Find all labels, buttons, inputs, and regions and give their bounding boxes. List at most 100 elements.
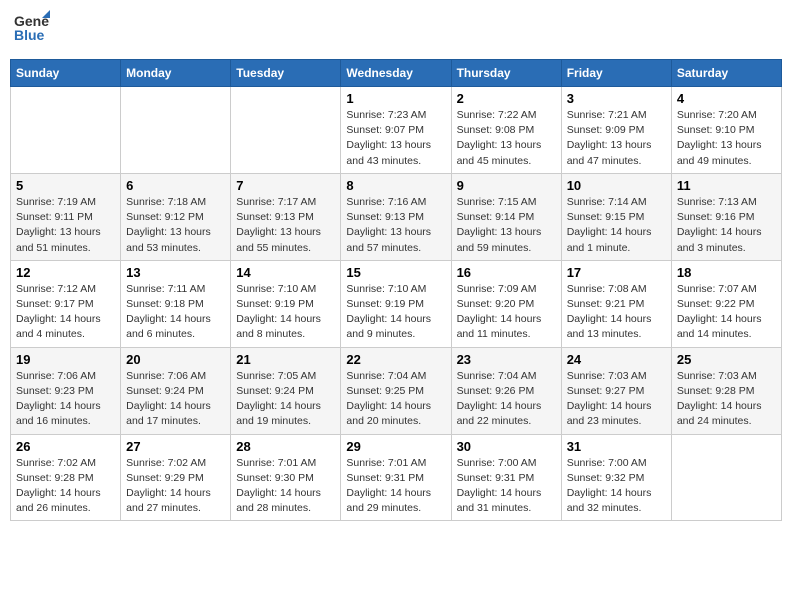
day-info: Sunrise: 7:02 AM Sunset: 9:28 PM Dayligh… (16, 456, 115, 517)
calendar-week-1: 1 Sunrise: 7:23 AM Sunset: 9:07 PM Daylig… (11, 87, 782, 174)
day-info: Sunrise: 7:01 AM Sunset: 9:30 PM Dayligh… (236, 456, 335, 517)
day-info: Sunrise: 7:15 AM Sunset: 9:14 PM Dayligh… (457, 195, 556, 256)
day-info: Sunrise: 7:10 AM Sunset: 9:19 PM Dayligh… (236, 282, 335, 343)
day-info: Sunrise: 7:22 AM Sunset: 9:08 PM Dayligh… (457, 108, 556, 169)
day-number: 24 (567, 352, 666, 367)
day-number: 13 (126, 265, 225, 280)
calendar-cell: 15 Sunrise: 7:10 AM Sunset: 9:19 PM Dayli… (341, 260, 451, 347)
day-info: Sunrise: 7:21 AM Sunset: 9:09 PM Dayligh… (567, 108, 666, 169)
calendar-week-3: 12 Sunrise: 7:12 AM Sunset: 9:17 PM Dayli… (11, 260, 782, 347)
day-number: 6 (126, 178, 225, 193)
calendar-cell: 10 Sunrise: 7:14 AM Sunset: 9:15 PM Dayli… (561, 173, 671, 260)
day-info: Sunrise: 7:07 AM Sunset: 9:22 PM Dayligh… (677, 282, 776, 343)
day-info: Sunrise: 7:02 AM Sunset: 9:29 PM Dayligh… (126, 456, 225, 517)
calendar-cell: 5Sunrise: 7:19 AM Sunset: 9:11 PM Daylig… (11, 173, 121, 260)
calendar-cell: 22 Sunrise: 7:04 AM Sunset: 9:25 PM Dayli… (341, 347, 451, 434)
calendar-cell: 31 Sunrise: 7:00 AM Sunset: 9:32 PM Dayli… (561, 434, 671, 521)
day-info: Sunrise: 7:14 AM Sunset: 9:15 PM Dayligh… (567, 195, 666, 256)
day-number: 17 (567, 265, 666, 280)
day-info: Sunrise: 7:23 AM Sunset: 9:07 PM Dayligh… (346, 108, 445, 169)
day-info: Sunrise: 7:17 AM Sunset: 9:13 PM Dayligh… (236, 195, 335, 256)
day-number: 7 (236, 178, 335, 193)
calendar-week-2: 5Sunrise: 7:19 AM Sunset: 9:11 PM Daylig… (11, 173, 782, 260)
day-info: Sunrise: 7:03 AM Sunset: 9:27 PM Dayligh… (567, 369, 666, 430)
calendar-cell: 29Sunrise: 7:01 AM Sunset: 9:31 PM Dayli… (341, 434, 451, 521)
day-number: 5 (16, 178, 115, 193)
calendar-cell (231, 87, 341, 174)
day-info: Sunrise: 7:11 AM Sunset: 9:18 PM Dayligh… (126, 282, 225, 343)
page-header: General Blue (10, 10, 782, 51)
calendar-body: 1 Sunrise: 7:23 AM Sunset: 9:07 PM Daylig… (11, 87, 782, 521)
day-number: 15 (346, 265, 445, 280)
calendar-cell: 7 Sunrise: 7:17 AM Sunset: 9:13 PM Daylig… (231, 173, 341, 260)
day-number: 11 (677, 178, 776, 193)
day-info: Sunrise: 7:00 AM Sunset: 9:32 PM Dayligh… (567, 456, 666, 517)
day-info: Sunrise: 7:05 AM Sunset: 9:24 PM Dayligh… (236, 369, 335, 430)
weekday-header-friday: Friday (561, 60, 671, 87)
calendar-cell (11, 87, 121, 174)
calendar-cell: 21Sunrise: 7:05 AM Sunset: 9:24 PM Dayli… (231, 347, 341, 434)
calendar-cell: 25 Sunrise: 7:03 AM Sunset: 9:28 PM Dayli… (671, 347, 781, 434)
logo: General Blue (14, 10, 50, 51)
calendar-cell: 3 Sunrise: 7:21 AM Sunset: 9:09 PM Daylig… (561, 87, 671, 174)
calendar-cell: 24 Sunrise: 7:03 AM Sunset: 9:27 PM Dayli… (561, 347, 671, 434)
day-number: 23 (457, 352, 556, 367)
day-info: Sunrise: 7:06 AM Sunset: 9:23 PM Dayligh… (16, 369, 115, 430)
day-number: 28 (236, 439, 335, 454)
weekday-header-thursday: Thursday (451, 60, 561, 87)
weekday-header-saturday: Saturday (671, 60, 781, 87)
weekday-header-tuesday: Tuesday (231, 60, 341, 87)
weekday-header-row: SundayMondayTuesdayWednesdayThursdayFrid… (11, 60, 782, 87)
day-number: 16 (457, 265, 556, 280)
calendar-cell: 9Sunrise: 7:15 AM Sunset: 9:14 PM Daylig… (451, 173, 561, 260)
day-info: Sunrise: 7:09 AM Sunset: 9:20 PM Dayligh… (457, 282, 556, 343)
weekday-header-sunday: Sunday (11, 60, 121, 87)
day-number: 12 (16, 265, 115, 280)
day-number: 25 (677, 352, 776, 367)
day-info: Sunrise: 7:08 AM Sunset: 9:21 PM Dayligh… (567, 282, 666, 343)
day-number: 3 (567, 91, 666, 106)
svg-text:Blue: Blue (14, 27, 45, 43)
day-number: 2 (457, 91, 556, 106)
day-info: Sunrise: 7:00 AM Sunset: 9:31 PM Dayligh… (457, 456, 556, 517)
day-info: Sunrise: 7:10 AM Sunset: 9:19 PM Dayligh… (346, 282, 445, 343)
calendar-cell: 4Sunrise: 7:20 AM Sunset: 9:10 PM Daylig… (671, 87, 781, 174)
day-number: 10 (567, 178, 666, 193)
day-number: 4 (677, 91, 776, 106)
calendar-cell: 23 Sunrise: 7:04 AM Sunset: 9:26 PM Dayli… (451, 347, 561, 434)
logo-mark: General Blue (14, 10, 50, 51)
day-info: Sunrise: 7:12 AM Sunset: 9:17 PM Dayligh… (16, 282, 115, 343)
day-number: 22 (346, 352, 445, 367)
day-number: 14 (236, 265, 335, 280)
day-info: Sunrise: 7:18 AM Sunset: 9:12 PM Dayligh… (126, 195, 225, 256)
day-number: 27 (126, 439, 225, 454)
calendar-cell: 6 Sunrise: 7:18 AM Sunset: 9:12 PM Daylig… (121, 173, 231, 260)
calendar-cell: 8Sunrise: 7:16 AM Sunset: 9:13 PM Daylig… (341, 173, 451, 260)
day-number: 19 (16, 352, 115, 367)
calendar-cell: 18 Sunrise: 7:07 AM Sunset: 9:22 PM Dayli… (671, 260, 781, 347)
calendar-cell: 1 Sunrise: 7:23 AM Sunset: 9:07 PM Daylig… (341, 87, 451, 174)
day-number: 18 (677, 265, 776, 280)
weekday-header-wednesday: Wednesday (341, 60, 451, 87)
calendar-cell (671, 434, 781, 521)
day-info: Sunrise: 7:06 AM Sunset: 9:24 PM Dayligh… (126, 369, 225, 430)
calendar-cell: 27 Sunrise: 7:02 AM Sunset: 9:29 PM Dayli… (121, 434, 231, 521)
day-number: 1 (346, 91, 445, 106)
day-info: Sunrise: 7:04 AM Sunset: 9:25 PM Dayligh… (346, 369, 445, 430)
calendar-week-4: 19 Sunrise: 7:06 AM Sunset: 9:23 PM Dayli… (11, 347, 782, 434)
calendar-cell: 19 Sunrise: 7:06 AM Sunset: 9:23 PM Dayli… (11, 347, 121, 434)
calendar-cell: 12 Sunrise: 7:12 AM Sunset: 9:17 PM Dayli… (11, 260, 121, 347)
calendar-cell: 26Sunrise: 7:02 AM Sunset: 9:28 PM Dayli… (11, 434, 121, 521)
calendar-cell (121, 87, 231, 174)
calendar-header: SundayMondayTuesdayWednesdayThursdayFrid… (11, 60, 782, 87)
calendar-cell: 14 Sunrise: 7:10 AM Sunset: 9:19 PM Dayli… (231, 260, 341, 347)
day-info: Sunrise: 7:13 AM Sunset: 9:16 PM Dayligh… (677, 195, 776, 256)
day-number: 20 (126, 352, 225, 367)
day-number: 31 (567, 439, 666, 454)
day-info: Sunrise: 7:04 AM Sunset: 9:26 PM Dayligh… (457, 369, 556, 430)
calendar-cell: 17 Sunrise: 7:08 AM Sunset: 9:21 PM Dayli… (561, 260, 671, 347)
day-number: 30 (457, 439, 556, 454)
calendar-cell: 16 Sunrise: 7:09 AM Sunset: 9:20 PM Dayli… (451, 260, 561, 347)
day-info: Sunrise: 7:03 AM Sunset: 9:28 PM Dayligh… (677, 369, 776, 430)
day-info: Sunrise: 7:01 AM Sunset: 9:31 PM Dayligh… (346, 456, 445, 517)
